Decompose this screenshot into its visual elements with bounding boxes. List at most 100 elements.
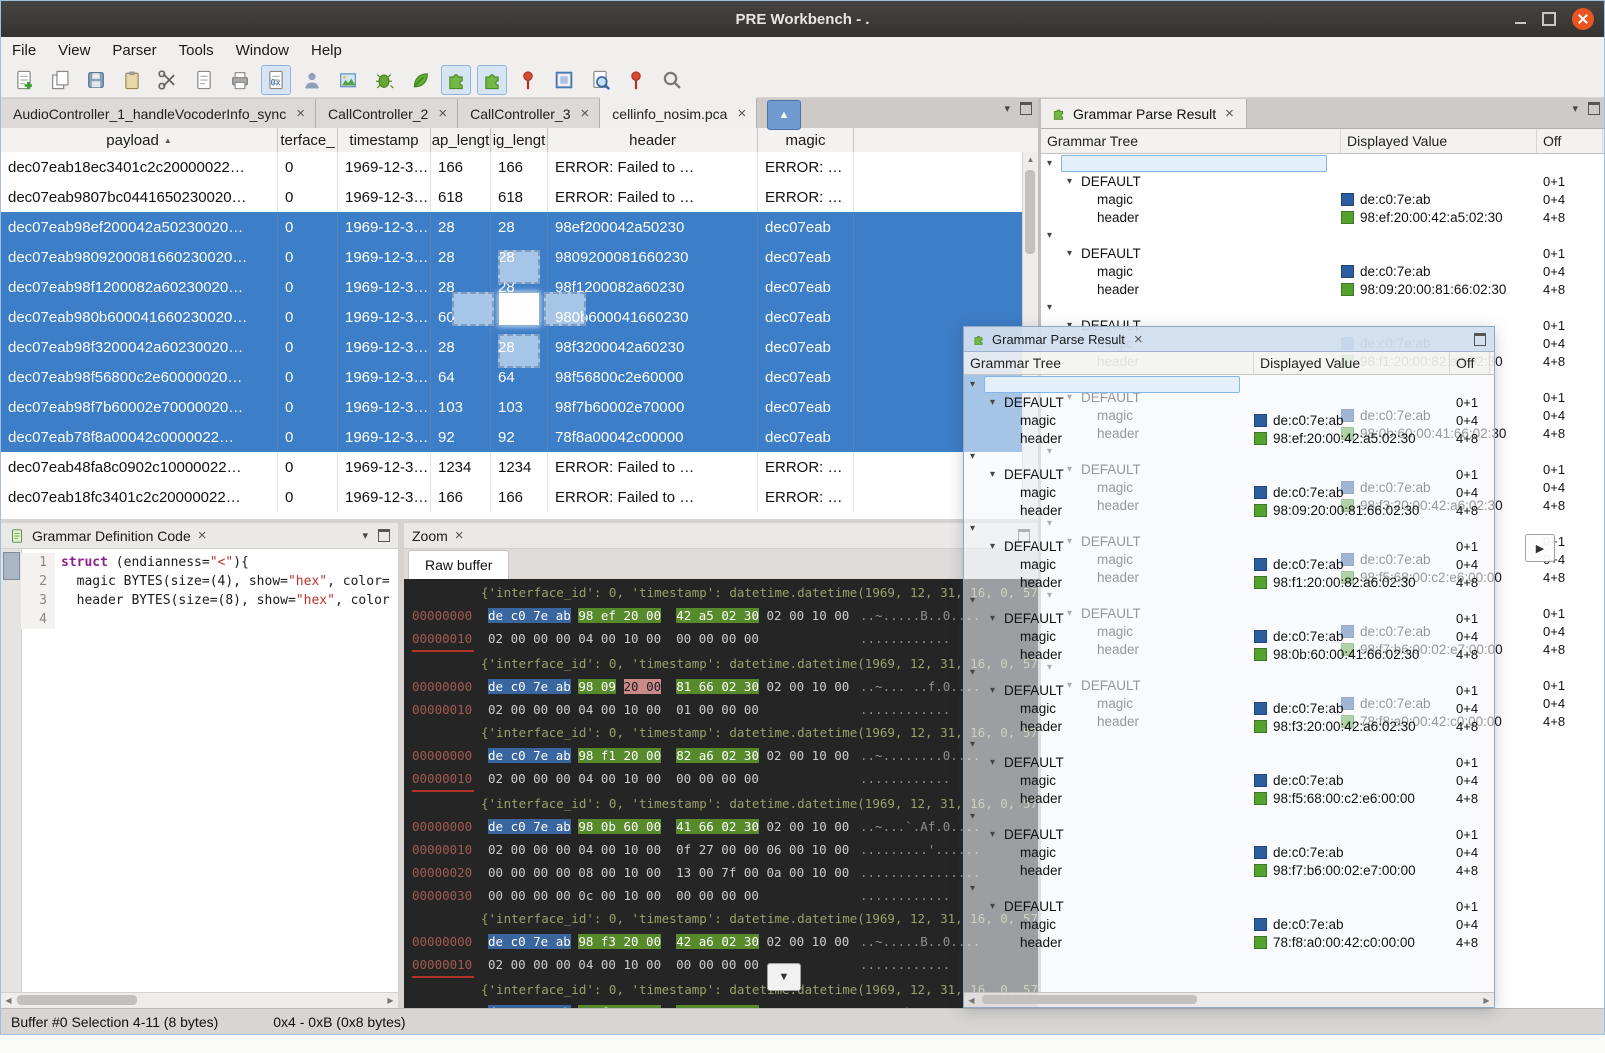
column-header-off[interactable]: Off xyxy=(1450,352,1490,374)
tree-item-row[interactable]: ▾ xyxy=(964,807,1494,825)
close-panel-icon[interactable]: × xyxy=(198,527,207,544)
cut-icon[interactable] xyxy=(153,65,183,95)
code-line[interactable]: 2 magic BYTES(size=(4), show="hex", colo… xyxy=(21,572,398,591)
grammar-definition-titlebar[interactable]: Grammar Definition Code × ▾ xyxy=(1,523,398,549)
tab-list-dropdown-icon[interactable]: ▾ xyxy=(1004,102,1010,115)
run-parser-icon[interactable] xyxy=(405,65,435,95)
hex-row[interactable]: 0000003000 00 00 00 0c 00 10 00 00 00 00… xyxy=(404,884,1038,907)
paste-icon[interactable] xyxy=(117,65,147,95)
chevron-down-icon[interactable]: ▾ xyxy=(1047,158,1061,169)
tree-field-row-magic[interactable]: magicde:c0:7e:ab0+4 xyxy=(964,915,1494,933)
table-row[interactable]: dec07eab98f7b60002e70000020…01969-12-3…1… xyxy=(1,392,1023,422)
scroll-left-icon[interactable]: ◀ xyxy=(964,993,979,1008)
ghost-window[interactable]: Grammar Parse Result × Grammar TreeDispl… xyxy=(963,326,1495,1008)
code-hscrollbar[interactable]: ◀ ▶ xyxy=(1,992,398,1008)
tree-field-row-magic[interactable]: magicde:c0:7e:ab0+4 xyxy=(1041,262,1605,280)
hex-row[interactable]: 0000001002 00 00 00 04 00 10 00 01 00 00… xyxy=(404,698,1038,721)
chevron-down-icon[interactable]: ▾ xyxy=(1047,302,1061,313)
dock-target-top[interactable] xyxy=(498,250,540,284)
chevron-down-icon[interactable]: ▾ xyxy=(1067,176,1081,187)
table-row[interactable]: dec07eab9807bc0441650230020…01969-12-3…6… xyxy=(1,182,1023,212)
chevron-down-icon[interactable]: ▾ xyxy=(970,595,984,606)
chevron-down-icon[interactable]: ▾ xyxy=(990,613,1004,624)
tree-item-row[interactable]: ▾ xyxy=(1041,298,1605,316)
chevron-down-icon[interactable]: ▾ xyxy=(970,523,984,534)
close-panel-icon[interactable]: × xyxy=(1132,331,1145,348)
column-header-displayed-value[interactable]: Displayed Value xyxy=(1254,352,1450,374)
tree-field-row-header[interactable]: header78:f8:a0:00:42:c0:00:004+8 xyxy=(964,933,1494,951)
tree-node-row[interactable]: ▾DEFAULT0+1 xyxy=(964,609,1494,627)
tree-field-row-header[interactable]: header98:f3:20:00:42:a6:02:304+8 xyxy=(964,717,1494,735)
close-panel-icon[interactable]: × xyxy=(455,527,464,544)
chevron-down-icon[interactable]: ▾ xyxy=(970,667,984,678)
scroll-right-icon[interactable]: ▶ xyxy=(1479,993,1494,1008)
tree-node-row[interactable]: ▾DEFAULT0+1 xyxy=(964,537,1494,555)
tree-item-row[interactable]: ▾ xyxy=(964,375,1494,393)
hex-row[interactable]: 00000000de c0 7e ab 98 09 20 00 81 66 02… xyxy=(404,675,1038,698)
export-icon[interactable] xyxy=(189,65,219,95)
tree-item-row[interactable]: ▾ xyxy=(964,519,1494,537)
tab-callcontroller_2[interactable]: CallController_2× xyxy=(316,99,458,128)
chevron-down-icon[interactable]: ▾ xyxy=(990,901,1004,912)
hex-row[interactable]: 0000001002 00 00 00 04 00 10 00 00 00 00… xyxy=(404,627,1038,652)
minimize-icon[interactable] xyxy=(1515,22,1526,24)
menu-parser[interactable]: Parser xyxy=(101,39,167,62)
tab-cellinfo_nosim.pca[interactable]: cellinfo_nosim.pca× xyxy=(600,97,757,128)
frame-view-icon[interactable] xyxy=(549,65,579,95)
tree-item-row[interactable]: ▾ xyxy=(1041,226,1605,244)
parse-result-icon[interactable] xyxy=(441,65,471,95)
chevron-down-icon[interactable]: ▾ xyxy=(970,883,984,894)
float-panel-icon[interactable] xyxy=(1020,102,1032,115)
chevron-down-icon[interactable]: ▾ xyxy=(990,397,1004,408)
menu-window[interactable]: Window xyxy=(225,39,300,62)
zoom-titlebar[interactable]: Zoom × xyxy=(404,523,1038,549)
print-icon[interactable] xyxy=(225,65,255,95)
float-panel-icon[interactable] xyxy=(1474,333,1486,346)
hex-row[interactable]: 0000001002 00 00 00 04 00 10 00 00 00 00… xyxy=(404,953,1038,978)
new-file-icon[interactable] xyxy=(9,65,39,95)
tree-node-row[interactable]: ▾DEFAULT0+1 xyxy=(964,825,1494,843)
tree-field-row-header[interactable]: header98:09:20:00:81:66:02:304+8 xyxy=(1041,280,1605,298)
chevron-down-icon[interactable]: ▾ xyxy=(970,451,984,462)
tree-item-row[interactable]: ▾ xyxy=(1041,154,1605,172)
column-header-magic[interactable]: magic xyxy=(758,128,854,152)
tab-close-icon[interactable]: × xyxy=(1223,105,1236,122)
chevron-down-icon[interactable]: ▾ xyxy=(990,685,1004,696)
inspect-icon[interactable] xyxy=(585,65,615,95)
tab-grammar-parse-result[interactable]: Grammar Parse Result × xyxy=(1041,99,1247,128)
column-header-ig_lengt[interactable]: ig_lengt xyxy=(491,128,548,152)
chevron-down-icon[interactable]: ▾ xyxy=(990,829,1004,840)
tree-field-row-magic[interactable]: magicde:c0:7e:ab0+4 xyxy=(964,699,1494,717)
panel-menu-icon[interactable]: ▾ xyxy=(362,529,368,542)
tab-audiocontroller_1_handlevocoderinfo_sync[interactable]: AudioController_1_handleVocoderInfo_sync… xyxy=(1,99,316,128)
tab-callcontroller_3[interactable]: CallController_3× xyxy=(458,99,600,128)
tree-item-row[interactable]: ▾ xyxy=(964,735,1494,753)
scroll-right-icon[interactable]: ▶ xyxy=(383,993,398,1008)
chevron-down-icon[interactable]: ▾ xyxy=(970,811,984,822)
tree-node-row[interactable]: ▾DEFAULT0+1 xyxy=(964,681,1494,699)
table-row[interactable]: dec07eab18fc3401c2c20000022…01969-12-3…1… xyxy=(1,482,1023,512)
search-icon[interactable] xyxy=(657,65,687,95)
tree-field-row-magic[interactable]: magicde:c0:7e:ab0+4 xyxy=(964,771,1494,789)
table-row[interactable]: dec07eab48fa8c0902c10000022…01969-12-3…1… xyxy=(1,452,1023,482)
dock-target-bottom[interactable] xyxy=(498,334,540,368)
tree-field-row-header[interactable]: header98:f5:68:00:c2:e6:00:004+8 xyxy=(964,789,1494,807)
tree-node-row[interactable]: ▾DEFAULT0+1 xyxy=(964,465,1494,483)
tree-node-row[interactable]: ▾DEFAULT0+1 xyxy=(1041,244,1605,262)
tree-field-row-header[interactable]: header98:f7:b6:00:02:e7:00:004+8 xyxy=(964,861,1494,879)
code-line[interactable]: 1struct (endianness="<"){ xyxy=(21,553,398,572)
scroll-up-icon[interactable]: ▲ xyxy=(1023,152,1038,166)
tree-node-row[interactable]: ▾DEFAULT0+1 xyxy=(964,897,1494,915)
tree-node-row[interactable]: ▾DEFAULT0+1 xyxy=(1041,172,1605,190)
user-icon[interactable] xyxy=(297,65,327,95)
tab-raw-buffer[interactable]: Raw buffer xyxy=(408,550,509,579)
hex-row[interactable]: 00000000de c0 7e ab 98 ef 20 00 42 a5 02… xyxy=(404,604,1038,627)
scrollbar-thumb[interactable] xyxy=(1025,170,1035,254)
tab-close-icon[interactable]: × xyxy=(294,105,307,122)
tree-node-row[interactable]: ▾DEFAULT0+1 xyxy=(964,753,1494,771)
hex-row[interactable]: 00000000de c0 7e ab 98 0b 60 00 41 66 02… xyxy=(404,815,1038,838)
tree-field-row-header[interactable]: header98:f1:20:00:82:a6:02:304+8 xyxy=(964,573,1494,591)
dock-edge-top-indicator[interactable]: ▲ xyxy=(767,100,801,130)
tab-close-icon[interactable]: × xyxy=(579,105,592,122)
tree-field-row-magic[interactable]: magicde:c0:7e:ab0+4 xyxy=(964,483,1494,501)
